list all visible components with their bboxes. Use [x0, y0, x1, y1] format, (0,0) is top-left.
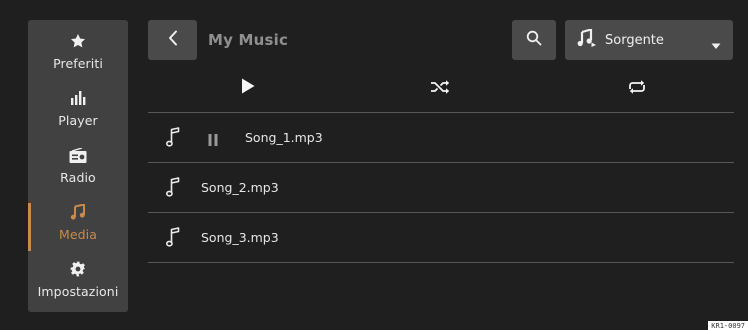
search-icon [526, 30, 542, 50]
sidebar-item-label: Media [58, 227, 98, 242]
search-button[interactable] [512, 20, 556, 60]
track-list: Song_1.mp3 Song_2.mp3 Song_3.mp3 [148, 112, 734, 263]
chevron-left-icon [168, 30, 178, 50]
pause-icon [208, 131, 218, 150]
gear-icon [70, 258, 86, 280]
music-note-icon [166, 227, 180, 251]
page-title: My Music [208, 31, 289, 49]
back-button[interactable] [148, 20, 197, 60]
music-source-icon [577, 28, 597, 51]
sidebar-item-label: Preferiti [53, 56, 103, 71]
sidebar-item-preferiti[interactable]: Preferiti [28, 30, 128, 86]
track-row[interactable]: Song_3.mp3 [148, 213, 734, 262]
repeat-icon [627, 79, 647, 98]
track-row[interactable]: Song_1.mp3 [148, 113, 734, 162]
music-note-icon [166, 127, 180, 151]
music-note-icon [70, 201, 86, 223]
infotainment-screen: Preferiti Player Radio Media Impostazion… [0, 0, 748, 330]
play-icon [241, 78, 255, 98]
track-name: Song_3.mp3 [201, 230, 279, 245]
music-note-icon [166, 177, 180, 201]
radio-icon [69, 144, 87, 166]
sidebar-item-media[interactable]: Media [28, 201, 128, 257]
track-row[interactable]: Song_2.mp3 [148, 163, 734, 212]
star-icon [70, 30, 86, 52]
caret-down-icon [711, 35, 721, 54]
sidebar-item-label: Player [58, 113, 98, 128]
play-button[interactable] [233, 76, 263, 100]
shuffle-icon [430, 79, 450, 98]
sidebar-item-impostazioni[interactable]: Impostazioni [28, 258, 128, 314]
equalizer-icon [70, 87, 86, 109]
sidebar-item-label: Radio [60, 170, 96, 185]
repeat-button[interactable] [622, 76, 652, 100]
source-label: Sorgente [605, 32, 664, 48]
shuffle-button[interactable] [425, 76, 455, 100]
sidebar-item-radio[interactable]: Radio [28, 144, 128, 200]
track-name: Song_2.mp3 [201, 180, 279, 195]
sidebar-item-label: Impostazioni [37, 284, 119, 299]
figure-code: KR1-0097 [708, 321, 748, 330]
sidebar: Preferiti Player Radio Media Impostazion… [28, 20, 128, 312]
source-select[interactable]: Sorgente [565, 20, 733, 60]
track-name: Song_1.mp3 [245, 130, 323, 145]
divider [148, 262, 734, 263]
sidebar-item-player[interactable]: Player [28, 87, 128, 143]
